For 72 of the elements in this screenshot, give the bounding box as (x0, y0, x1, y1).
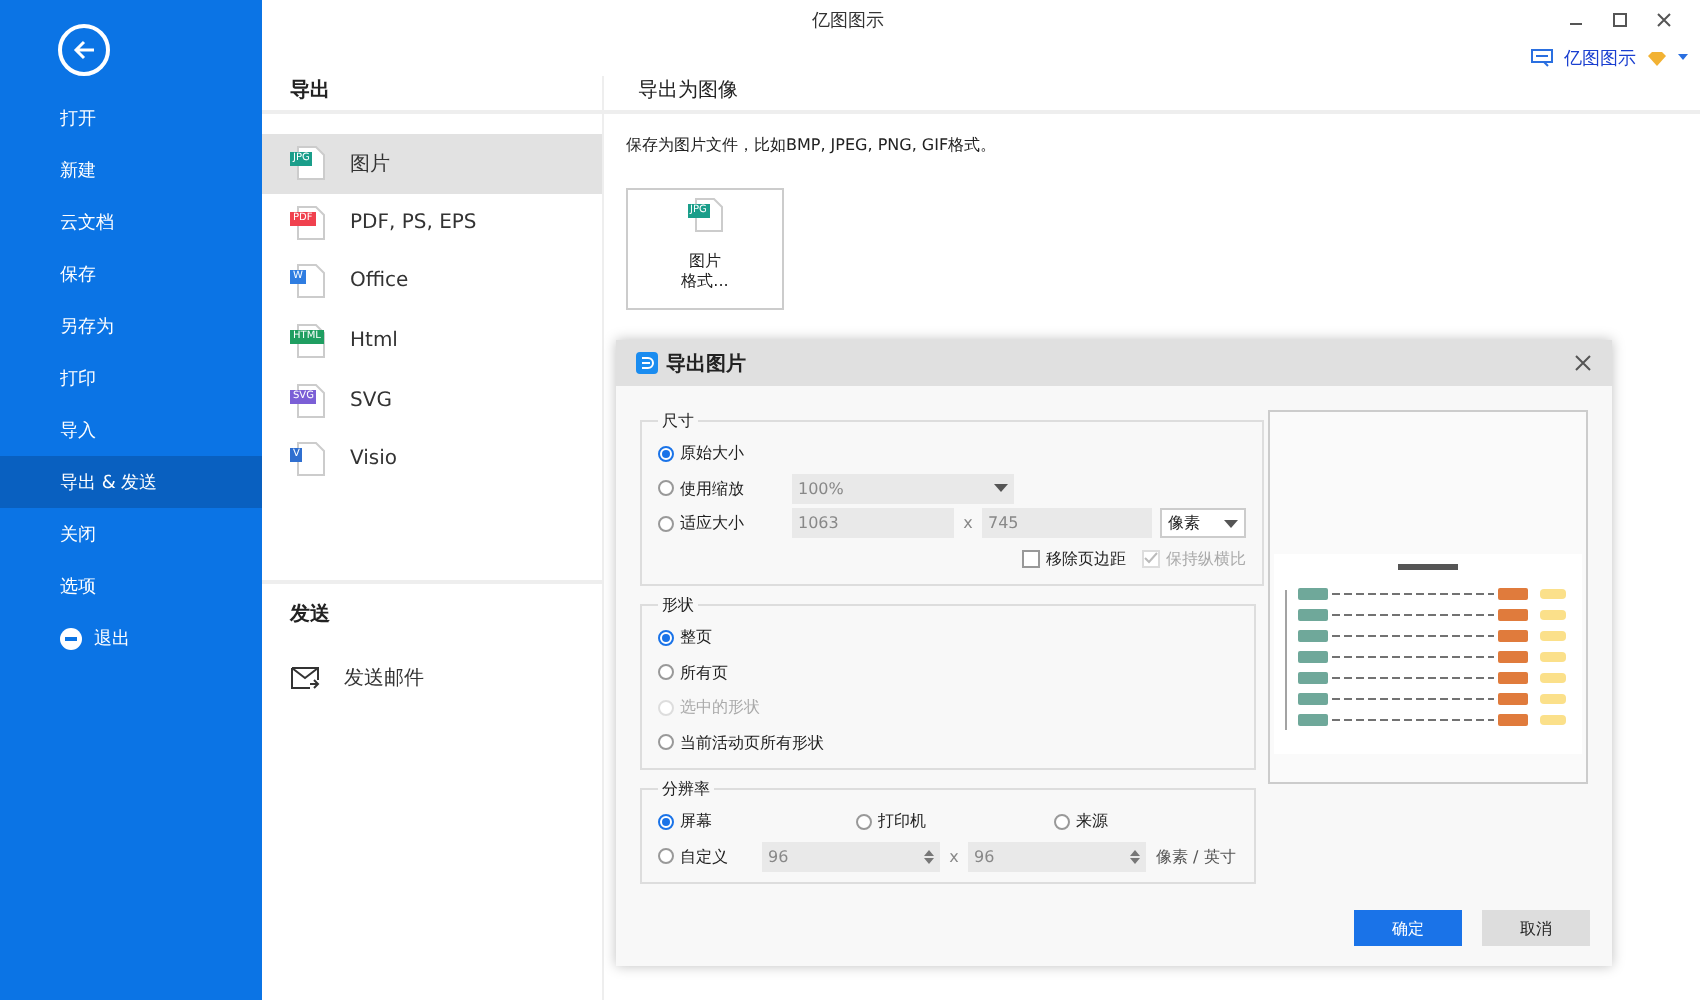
sidebar-item[interactable]: 导出 & 发送 (0, 456, 262, 508)
option-label: 自定义 (680, 845, 728, 868)
option-label: 选中的形状 (680, 696, 760, 719)
group-label: 尺寸 (660, 410, 696, 432)
sidebar-item[interactable]: 另存为 (0, 300, 262, 352)
sidebar-item[interactable]: 云文档 (0, 196, 262, 248)
radio-button[interactable] (658, 848, 674, 865)
caret-icon[interactable] (1678, 54, 1688, 62)
spinner-arrows-icon (924, 847, 934, 866)
scale-dropdown[interactable]: 100% (792, 473, 1014, 504)
back-button[interactable] (58, 24, 110, 76)
envelope-icon (290, 665, 320, 690)
option-label: 移除页边距 (1046, 547, 1126, 570)
cancel-button[interactable]: 取消 (1482, 910, 1590, 946)
chat-icon[interactable] (1530, 48, 1554, 68)
minus-circle-icon (60, 627, 82, 649)
sidebar-item[interactable]: 退出 (0, 612, 262, 664)
caret-icon (1224, 519, 1238, 528)
account-link[interactable]: 亿图图示 (1564, 45, 1636, 71)
window-title: 亿图图示 (812, 10, 884, 34)
option-label: 来源 (1076, 810, 1108, 833)
page-heading: 导出为图像 (604, 76, 1700, 114)
option-label: 适应大小 (680, 512, 744, 535)
close-icon[interactable] (1574, 354, 1592, 372)
dpi-x-spinner[interactable]: 96 (762, 841, 940, 872)
back-arrow-icon (72, 38, 96, 62)
option-label: 保持纵横比 (1166, 547, 1246, 570)
unit-label: 像素 / 英寸 (1156, 845, 1236, 868)
radio-button[interactable] (658, 813, 674, 830)
option-label: 打印机 (878, 810, 926, 833)
option-label: 屏幕 (680, 810, 712, 833)
radio-button[interactable] (658, 480, 674, 497)
dpi-y-spinner[interactable]: 96 (968, 841, 1146, 872)
radio-button[interactable] (658, 664, 674, 681)
group-label: 分辨率 (660, 778, 712, 800)
radio-button[interactable] (856, 813, 872, 830)
app-logo-icon (636, 352, 658, 374)
unit-dropdown[interactable]: 像素 (1160, 508, 1246, 539)
spinner-arrows-icon (1130, 847, 1140, 866)
checkbox[interactable] (1022, 549, 1040, 568)
send-email-item[interactable]: 发送邮件 (262, 648, 602, 708)
sidebar-item[interactable]: 打开 (0, 92, 262, 144)
radio-button[interactable] (658, 734, 674, 751)
section-heading: 导出 (262, 76, 602, 114)
sidebar-item[interactable]: 新建 (0, 144, 262, 196)
radio-button[interactable] (658, 629, 674, 646)
radio-button[interactable] (658, 515, 674, 532)
sidebar-item[interactable]: 导入 (0, 404, 262, 456)
section-heading: 发送 (287, 601, 332, 630)
sidebar-item[interactable]: 选项 (0, 560, 262, 612)
option-label: 原始大小 (680, 442, 744, 465)
group-label: 形状 (660, 594, 696, 616)
option-label: 整页 (680, 626, 712, 649)
option-label: 当前活动页所有形状 (680, 731, 824, 754)
times-sign: x (961, 514, 975, 533)
description-text: 保存为图片文件，比如BMP, JPEG, PNG, GIF格式。 (624, 134, 999, 156)
caret-icon (994, 484, 1008, 493)
option-label: 所有页 (680, 661, 728, 684)
height-field[interactable]: 745 (982, 508, 1152, 539)
dialog-title: 导出图片 (666, 351, 746, 377)
radio-button[interactable] (1054, 813, 1070, 830)
sidebar-item[interactable]: 保存 (0, 248, 262, 300)
diamond-icon (1646, 49, 1668, 67)
ok-button[interactable]: 确定 (1354, 910, 1462, 946)
width-field[interactable]: 1063 (792, 508, 954, 539)
times-sign: x (947, 847, 961, 866)
sidebar-item[interactable]: 关闭 (0, 508, 262, 560)
maximize-icon[interactable] (1612, 12, 1628, 28)
option-label: 使用缩放 (680, 477, 744, 500)
radio-button[interactable] (658, 445, 674, 462)
sidebar-item[interactable]: 打印 (0, 352, 262, 404)
close-icon[interactable] (1656, 12, 1672, 28)
